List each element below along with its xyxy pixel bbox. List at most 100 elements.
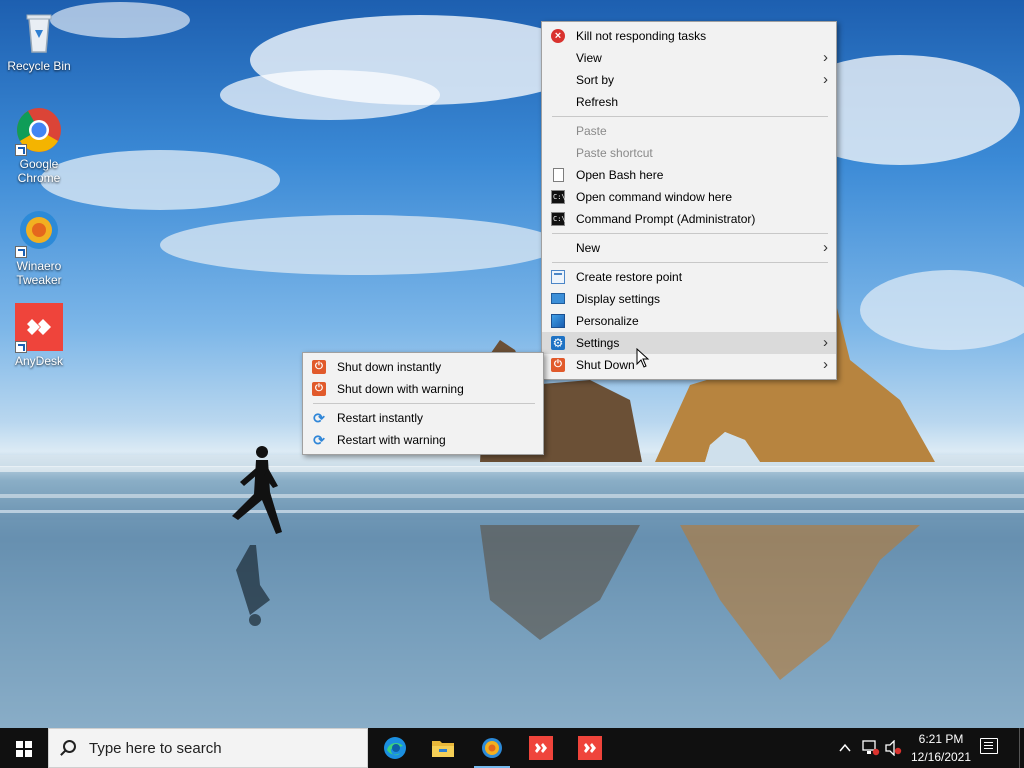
- menu-item-create-restore-point[interactable]: Create restore point: [542, 266, 836, 288]
- taskbar-app-winaero-tweaker[interactable]: [468, 728, 516, 768]
- desktop-icon-label: Google Chrome: [17, 157, 61, 185]
- menu-item-shut-down[interactable]: ⏻ Shut Down ›: [542, 354, 836, 376]
- show-hidden-icons-chevron-icon[interactable]: [838, 741, 852, 755]
- volume-muted-icon[interactable]: [885, 740, 903, 756]
- menu-item-label: Display settings: [576, 292, 661, 306]
- menu-item-open-bash[interactable]: Open Bash here: [542, 164, 836, 186]
- menu-item-settings[interactable]: ⚙ Settings ›: [542, 332, 836, 354]
- menu-item-paste-shortcut: Paste shortcut: [542, 142, 836, 164]
- windows-logo-icon: [16, 741, 32, 757]
- file-explorer-icon: [432, 741, 454, 757]
- cmd-icon: C:\: [551, 190, 566, 204]
- chevron-right-icon: ›: [823, 356, 828, 373]
- menu-item-personalize[interactable]: Personalize: [542, 310, 836, 332]
- menu-item-label: Sort by: [576, 73, 615, 87]
- chevron-right-icon: ›: [823, 71, 828, 88]
- menu-item-label: Shut down instantly: [337, 360, 442, 374]
- display-icon: [551, 293, 565, 304]
- desktop-icon-label: Recycle Bin: [7, 59, 71, 73]
- taskbar-search-box[interactable]: Type here to search: [48, 728, 368, 768]
- menu-item-label: Personalize: [576, 314, 639, 328]
- show-desktop-button[interactable]: [1019, 728, 1024, 768]
- clock-time: 6:21 PM: [918, 732, 964, 746]
- menu-item-label: Kill not responding tasks: [576, 29, 707, 43]
- taskbar-app-edge[interactable]: [371, 728, 419, 768]
- menu-item-sort-by[interactable]: Sort by ›: [542, 69, 836, 91]
- mouse-cursor-icon: [636, 348, 650, 368]
- menu-separator: [552, 116, 828, 117]
- menu-item-label: View: [576, 51, 602, 65]
- menu-separator: [313, 403, 535, 404]
- menu-separator: [552, 262, 828, 263]
- shutdown-icon: ⏻: [551, 358, 565, 372]
- menu-item-restart-instantly[interactable]: ⟳ Restart instantly: [303, 407, 543, 429]
- menu-item-restart-with-warning[interactable]: ⟳ Restart with warning: [303, 429, 543, 451]
- menu-item-paste: Paste: [542, 120, 836, 142]
- menu-item-label: Paste: [576, 124, 607, 138]
- desktop-icon-anydesk[interactable]: AnyDesk: [1, 303, 77, 368]
- menu-item-label: Open command window here: [576, 190, 733, 204]
- shortcut-arrow-icon: [15, 144, 27, 156]
- winaero-tweaker-icon: [482, 738, 502, 758]
- network-icon[interactable]: [862, 740, 880, 756]
- restore-point-icon: [551, 270, 565, 284]
- menu-item-label: Settings: [576, 336, 620, 350]
- taskbar: Type here to search 6:21 PM 12/16/2021: [0, 728, 1024, 768]
- cmd-admin-icon: C:\: [551, 212, 566, 226]
- desktop-icon-label: AnyDesk: [14, 354, 64, 368]
- menu-separator: [552, 233, 828, 234]
- menu-item-label: Open Bash here: [576, 168, 664, 182]
- edge-icon: [384, 737, 406, 759]
- menu-item-label: New: [576, 241, 601, 255]
- menu-item-open-command-window[interactable]: C:\ Open command window here: [542, 186, 836, 208]
- clock-date: 12/16/2021: [910, 750, 972, 764]
- menu-item-label: Command Prompt (Administrator): [576, 212, 756, 226]
- chevron-right-icon: ›: [823, 334, 828, 351]
- desktop-icon-google-chrome[interactable]: Google Chrome: [1, 106, 77, 185]
- chevron-right-icon: ›: [823, 49, 828, 66]
- taskbar-app-anydesk-second[interactable]: [566, 728, 614, 768]
- menu-item-new[interactable]: New ›: [542, 237, 836, 259]
- anydesk-icon: [529, 736, 553, 760]
- shortcut-arrow-icon: [15, 341, 27, 353]
- desktop-icon-recycle-bin[interactable]: Recycle Bin: [1, 8, 77, 73]
- desktop-context-menu: × Kill not responding tasks View › Sort …: [541, 21, 837, 380]
- chrome-icon: [15, 106, 63, 156]
- menu-item-label: Create restore point: [576, 270, 683, 284]
- desktop-icon-winaero-tweaker[interactable]: Winaero Tweaker: [1, 208, 77, 287]
- menu-item-label: Refresh: [576, 95, 619, 109]
- search-icon: [63, 740, 76, 753]
- restart-icon: ⟳: [313, 410, 325, 426]
- menu-item-view[interactable]: View ›: [542, 47, 836, 69]
- kill-tasks-icon: ×: [551, 29, 565, 43]
- menu-item-label: Shut down with warning: [337, 382, 464, 396]
- winaero-tweaker-icon: [15, 208, 63, 258]
- menu-item-shut-down-with-warning[interactable]: ⏻ Shut down with warning: [303, 378, 543, 400]
- taskbar-app-anydesk[interactable]: [517, 728, 565, 768]
- menu-item-display-settings[interactable]: Display settings: [542, 288, 836, 310]
- personalize-icon: [551, 314, 565, 328]
- desktop-icon-label: Winaero Tweaker: [16, 259, 62, 287]
- menu-item-label: Shut Down: [576, 358, 635, 372]
- action-center-icon[interactable]: [980, 738, 998, 754]
- menu-item-label: Restart instantly: [337, 411, 424, 425]
- settings-gear-icon: ⚙: [551, 336, 565, 350]
- taskbar-app-file-explorer[interactable]: [419, 728, 467, 768]
- power-icon: ⏻: [312, 360, 326, 374]
- start-button[interactable]: [0, 728, 48, 768]
- menu-item-label: Paste shortcut: [576, 146, 653, 160]
- shortcut-arrow-icon: [15, 246, 27, 258]
- menu-item-shut-down-instantly[interactable]: ⏻ Shut down instantly: [303, 356, 543, 378]
- shutdown-submenu: ⏻ Shut down instantly ⏻ Shut down with w…: [302, 352, 544, 455]
- bash-page-icon: [553, 168, 564, 182]
- anydesk-icon: [578, 736, 602, 760]
- search-placeholder: Type here to search: [89, 740, 222, 757]
- menu-item-command-prompt-admin[interactable]: C:\ Command Prompt (Administrator): [542, 208, 836, 230]
- menu-item-refresh[interactable]: Refresh: [542, 91, 836, 113]
- recycle-bin-icon: [15, 8, 63, 56]
- taskbar-clock[interactable]: 6:21 PM 12/16/2021: [908, 730, 974, 766]
- menu-item-kill-tasks[interactable]: × Kill not responding tasks: [542, 25, 836, 47]
- chevron-right-icon: ›: [823, 239, 828, 256]
- anydesk-icon: [15, 303, 63, 353]
- menu-item-label: Restart with warning: [337, 433, 446, 447]
